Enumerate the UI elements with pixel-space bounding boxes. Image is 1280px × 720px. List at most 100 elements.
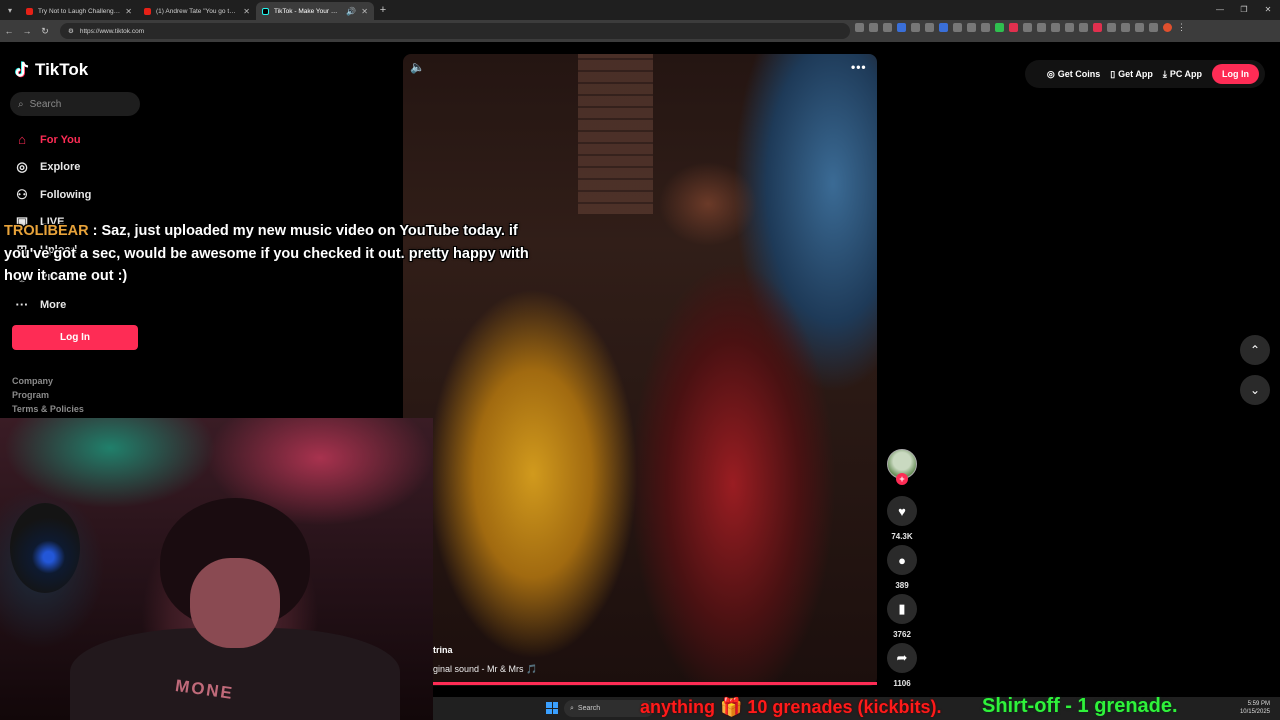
get-coins-link[interactable]: ◎ Get Coins [1047,69,1100,80]
extension-icon[interactable] [1037,23,1046,32]
video-username[interactable]: trina [433,645,453,655]
url-text: https://www.tiktok.com [79,27,145,35]
pc-app-link[interactable]: ⤓ PC App [1163,69,1202,80]
download-icon: ⤓ [1162,68,1167,79]
streamer-face [190,558,280,648]
speaker-icon[interactable]: 🔊 [346,7,356,16]
taskbar-clock[interactable]: 5:59 PM 10/15/2025 [1240,700,1270,716]
share-icon[interactable]: ➦ [887,643,917,673]
tab-title: TikTok - Make Your Day [274,7,342,15]
browser-tab-active[interactable]: TikTok - Make Your Day 🔊 ✕ [256,2,374,20]
youtube-favicon-icon [144,7,151,15]
clock-time: 5:59 PM [1247,701,1270,707]
browser-menu-icon[interactable]: ⋮ [1177,23,1186,32]
site-info-icon[interactable]: ⚙ [68,27,74,35]
address-bar-row: ← → ↻ ⚙ https://www.tiktok.com ⋮ [0,20,1280,42]
tiktok-logo[interactable]: TikTok [14,60,88,80]
restore-icon[interactable]: ❐ [1232,0,1256,20]
extensions-toolbar: ⋮ [855,23,1186,32]
clock-date: 10/15/2025 [1239,709,1270,715]
bookmark-icon[interactable]: ▮ [887,594,917,624]
search-input[interactable]: ⌕ Search [10,92,140,116]
previous-video-button[interactable]: ⌃ [1240,335,1270,365]
search-placeholder: Search [29,98,62,110]
new-tab-button[interactable]: + [374,4,392,16]
heart-icon[interactable]: ♥ [887,496,917,526]
sidebar-item-for-you[interactable]: ⌂ For You [14,126,91,154]
footer-link-terms[interactable]: Terms & Policies [12,404,84,414]
close-tab-icon[interactable]: ✕ [243,7,250,16]
comment-count: 389 [895,581,909,590]
extension-icon[interactable] [1149,23,1158,32]
volume-icon[interactable]: 🔈 [410,60,426,76]
browser-tab[interactable]: (1) Andrew Tate "You go to you ✕ [138,2,256,20]
extension-icon[interactable] [939,23,948,32]
extension-icon[interactable] [1135,23,1144,32]
user-follow-icon: ⚇ [16,186,28,202]
login-top-button[interactable]: Log In [1212,64,1259,84]
video-sound[interactable]: ginal sound - Mr & Mrs 🎵 [433,664,537,675]
back-icon[interactable]: ← [0,26,18,36]
get-app-link[interactable]: ▯ Get App [1110,69,1153,80]
browser-tab[interactable]: Try Not to Laugh Challenge 141 ✕ [20,2,138,20]
sidebar-item-more[interactable]: ··· More [14,291,91,319]
windows-start-icon[interactable] [546,702,558,714]
reload-icon[interactable]: ↻ [36,26,54,37]
video-progress-bar[interactable] [433,682,877,685]
extension-icon[interactable] [855,23,864,32]
compass-icon: ◎ [16,159,28,175]
close-tab-icon[interactable]: ✕ [361,7,368,16]
extension-icon[interactable] [1093,23,1102,32]
extension-icon[interactable] [897,23,906,32]
forward-icon[interactable]: → [18,26,36,36]
ticker-green: Shirt-off - 1 grenade. [982,695,1178,717]
sidebar-item-following[interactable]: ⚇ Following [14,181,91,209]
footer-links: Company Program Terms & Policies [12,376,84,414]
extension-icon[interactable] [1121,23,1130,32]
extension-icon[interactable] [883,23,892,32]
save-action: ▮ 3762 [886,594,918,639]
window-controls: — ❐ ✕ [1208,0,1280,20]
extension-icon[interactable] [911,23,920,32]
sidebar-item-label: For You [40,133,81,146]
close-tab-icon[interactable]: ✕ [125,7,132,16]
comment-icon[interactable]: ● [887,545,917,575]
extension-icon[interactable] [1051,23,1060,32]
like-count: 74.3K [891,532,913,541]
login-button[interactable]: Log In [12,325,138,350]
extension-icon[interactable] [953,23,962,32]
extension-icon[interactable] [925,23,934,32]
extension-icon[interactable] [1023,23,1032,32]
close-window-icon[interactable]: ✕ [1256,0,1280,20]
extension-icon[interactable] [967,23,976,32]
sidebar-item-explore[interactable]: ◎ Explore [14,154,91,182]
minimize-icon[interactable]: — [1208,0,1232,20]
browser-tab-bar: ▾ Try Not to Laugh Challenge 141 ✕ (1) A… [0,0,1280,20]
video-player[interactable] [403,54,877,686]
home-icon: ⌂ [18,132,26,148]
tab-search-icon[interactable]: ▾ [0,0,20,20]
chat-overlay: TROLIBEAR : Saz, just uploaded my new mu… [4,220,544,288]
save-count: 3762 [893,630,911,639]
extension-icon[interactable] [1107,23,1116,32]
footer-link-company[interactable]: Company [12,376,84,386]
extension-icon[interactable] [995,23,1004,32]
url-input[interactable]: ⚙ https://www.tiktok.com [60,23,850,39]
profile-avatar-icon[interactable] [1163,23,1172,32]
extension-icon[interactable] [869,23,878,32]
follow-plus-icon[interactable]: + [896,473,908,485]
more-icon: ··· [15,297,29,313]
tab-title: Try Not to Laugh Challenge 141 [38,7,120,15]
footer-link-program[interactable]: Program [12,390,84,400]
more-options-icon[interactable]: ••• [851,60,867,74]
extension-icon[interactable] [1009,23,1018,32]
extension-icon[interactable] [1065,23,1074,32]
pc-app-label: PC App [1169,69,1202,79]
share-count: 1106 [893,679,911,688]
extension-icon[interactable] [1079,23,1088,32]
phone-icon: ▯ [1110,68,1116,79]
sidebar-item-label: Following [40,188,92,201]
next-video-button[interactable]: ⌄ [1240,375,1270,405]
video-background-wall [578,54,653,214]
extension-icon[interactable] [981,23,990,32]
